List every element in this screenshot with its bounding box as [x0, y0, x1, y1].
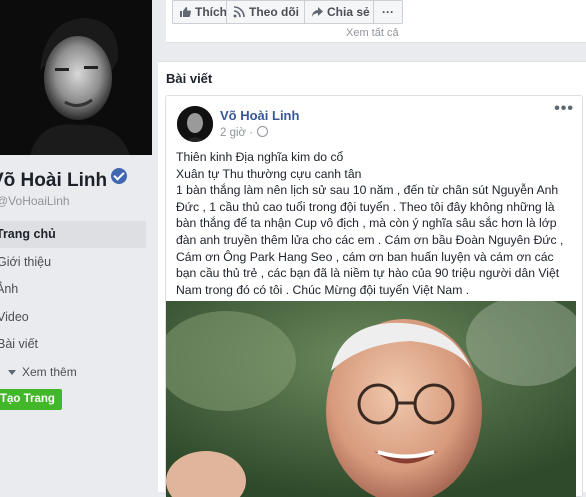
page-title[interactable]: Võ Hoài Linh: [0, 168, 128, 192]
follow-label: Theo dõi: [249, 5, 299, 19]
nav-item-label: Bài viết: [0, 337, 38, 351]
post-timestamp[interactable]: 2 giờ ·: [220, 126, 269, 139]
nav-item-label: Giới thiệu: [0, 254, 52, 269]
thumbs-up-icon: [180, 7, 191, 17]
post-line: 1 bàn thắng làm nên lịch sử sau 10 năm ,…: [176, 183, 559, 198]
nav-item-home[interactable]: Trang chủ: [0, 221, 146, 248]
nav-item-label: Trang chủ: [0, 227, 56, 241]
post-line: Nam trong đó có tôi . Chúc Mừng đội tuyể…: [176, 282, 470, 297]
nav-item-label: Ảnh: [0, 282, 19, 296]
post-author[interactable]: Võ Hoài Linh: [220, 108, 299, 123]
like-label: Thích: [195, 5, 227, 19]
post-line: Cám ơn Ông Park Hang Seo , cám ơn ban hu…: [176, 249, 554, 264]
globe-icon: [257, 126, 269, 137]
see-all-link[interactable]: Xem tất cả: [346, 27, 399, 39]
post-line: Xuân tự Thu thường cựu canh tân: [176, 166, 362, 181]
share-button[interactable]: Chia sẻ: [304, 0, 379, 24]
post-photo[interactable]: [166, 301, 576, 497]
page-name[interactable]: Võ Hoài Linh: [0, 170, 107, 191]
post-line: đàn anh truyền thêm lửa cho các em . Cám…: [176, 232, 564, 247]
post-card: Võ Hoài Linh 2 giờ · ••• Thiên kinh Địa …: [165, 95, 583, 497]
post-line: bạn cầu thủ trẻ , các bạn đã là niềm tự …: [176, 266, 560, 281]
chevron-down-icon: [8, 369, 16, 375]
author-avatar[interactable]: [177, 106, 213, 142]
page-handle[interactable]: @VoHoaiLinh: [0, 194, 70, 208]
rss-icon: [233, 6, 245, 18]
posts-section-title: Bài viết: [166, 71, 213, 86]
see-more-label: Xem thêm: [22, 364, 77, 379]
posts-section: Bài viết Võ Hoài Linh 2 giờ · ••• Thiên …: [158, 61, 586, 497]
post-line: bàn thắng để ta nhận Cup vô địch , mà cò…: [176, 216, 557, 231]
nav-item-about[interactable]: Giới thiệu: [0, 249, 146, 276]
post-options-button[interactable]: •••: [554, 100, 574, 118]
page-nav: Trang chủ Giới thiệu Ảnh Video Bài viết …: [0, 221, 146, 386]
post-body: Thiên kinh Địa nghĩa kim do cổ Xuân tự T…: [176, 149, 576, 298]
create-page-button[interactable]: Tạo Trang: [0, 389, 62, 410]
profile-picture[interactable]: [0, 0, 152, 155]
verified-badge-icon: [111, 168, 128, 184]
more-options-button[interactable]: ···: [373, 0, 403, 24]
see-more-link[interactable]: Xem thêm: [0, 359, 146, 386]
nav-item-label: Video: [0, 309, 29, 324]
share-label: Chia sẻ: [327, 5, 370, 19]
nav-item-posts[interactable]: Bài viết: [0, 331, 146, 358]
nav-item-videos[interactable]: Video: [0, 304, 146, 331]
page-actions-bar: Thích Theo dõi Chia sẻ ··· Xem tất cả: [166, 0, 586, 43]
share-icon: [312, 7, 323, 17]
post-line: Thiên kinh Địa nghĩa kim do cổ: [176, 150, 344, 164]
post-line: Đức , 1 cầu thủ cao tuổi trong đội tuyển…: [176, 199, 555, 214]
nav-item-photos[interactable]: Ảnh: [0, 276, 146, 303]
follow-button[interactable]: Theo dõi: [226, 0, 308, 24]
left-column: Võ Hoài Linh @VoHoaiLinh Trang chủ Giới …: [0, 0, 152, 491]
post-time-label: 2 giờ ·: [220, 127, 254, 139]
